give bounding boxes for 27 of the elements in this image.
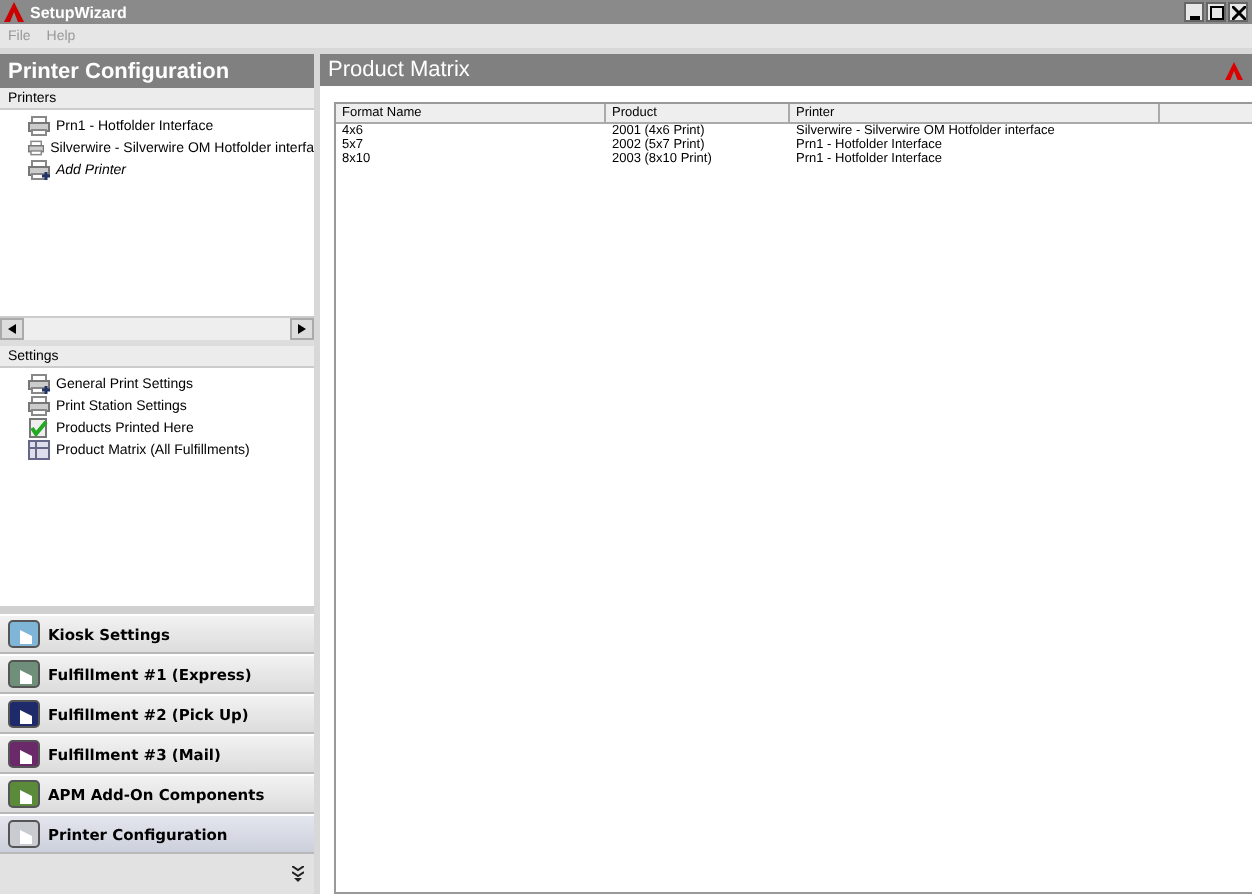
add-printer-icon [28,160,50,180]
splitter-handle[interactable] [0,606,314,614]
logo-icon [1224,61,1244,79]
maximize-icon [1209,5,1223,19]
app-tile-icon [8,700,40,728]
chevron-icon[interactable] [292,866,304,882]
scroll-left-icon[interactable] [8,324,16,334]
printer-icon [28,396,50,416]
scroll-right-icon[interactable] [298,324,306,334]
grid-icon [28,440,50,460]
panel-title: Product Matrix [328,58,470,82]
panel-title: Printer Configuration [0,54,314,88]
maximize-button[interactable] [1206,2,1226,22]
close-icon [1231,5,1245,19]
app-tile-icon [8,660,40,688]
printer-icon [28,116,50,136]
horizontal-scrollbar[interactable] [0,316,314,346]
close-button[interactable] [1228,2,1248,22]
app-tile-icon [8,620,40,648]
app-tile-icon [8,780,40,808]
check-document-icon [28,418,50,438]
app-tile-icon [8,740,40,768]
printer-icon [28,374,50,394]
printer-icon [28,138,45,158]
app-tile-icon [8,820,40,848]
minimize-button[interactable] [1184,2,1204,22]
window-title: SetupWizard [30,3,127,21]
